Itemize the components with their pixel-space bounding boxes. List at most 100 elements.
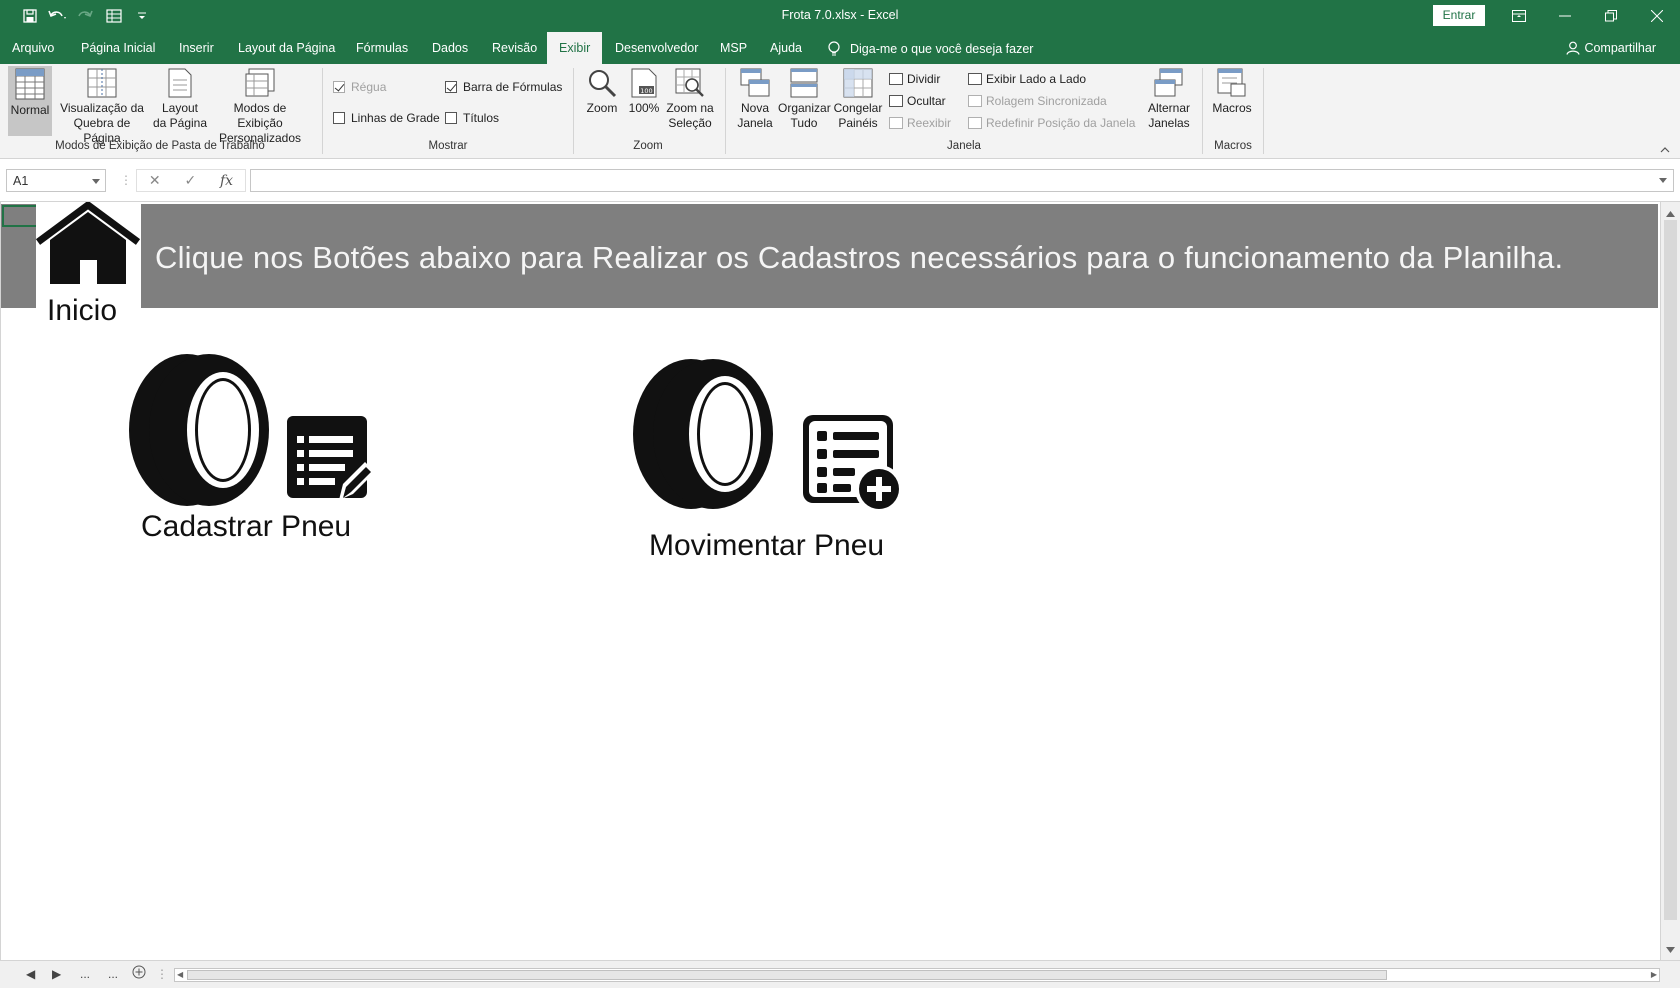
prev-sheet-icon[interactable]: ◀ <box>26 967 35 981</box>
zoom-selection-label-2: Seleção <box>668 116 712 130</box>
zoom-100-button[interactable]: 100 100% <box>626 68 662 116</box>
register-tire-label: Cadastrar Pneu <box>141 510 352 543</box>
active-cell-a1[interactable] <box>2 205 38 227</box>
tab-dados[interactable]: Dados <box>432 32 468 64</box>
split-label: Dividir <box>907 72 941 86</box>
scroll-down-icon[interactable] <box>1666 942 1675 956</box>
page-layout-label-1: Layout <box>161 101 199 115</box>
page-layout-button[interactable]: Layout da Página <box>152 68 208 131</box>
page-layout-label-2: da Página <box>152 116 208 130</box>
synchronous-scrolling-button[interactable]: Rolagem Sincronizada <box>968 94 1107 108</box>
tab-desenvolvedor[interactable]: Desenvolvedor <box>615 32 698 64</box>
split-button[interactable]: Dividir <box>889 72 940 86</box>
sign-in-button[interactable]: Entrar <box>1433 5 1485 26</box>
view-side-by-side-button[interactable]: Exibir Lado a Lado <box>968 72 1086 86</box>
side-by-side-label: Exibir Lado a Lado <box>986 72 1087 86</box>
switch-windows-button[interactable]: Alternar Janelas <box>1142 68 1196 131</box>
zoom-to-selection-button[interactable]: Zoom na Seleção <box>662 68 718 131</box>
tabs-split-grip-icon[interactable]: ⋮ <box>156 967 168 981</box>
freeze-panes-label-1: Congelar <box>833 101 883 115</box>
tab-formulas[interactable]: Fórmulas <box>356 32 408 64</box>
hide-window-button[interactable]: Ocultar <box>889 94 946 108</box>
formula-input[interactable] <box>250 169 1674 192</box>
headings-checkbox[interactable]: Títulos <box>445 111 499 125</box>
expand-formula-bar-icon[interactable] <box>1659 178 1667 183</box>
name-box[interactable]: A1 <box>6 169 106 192</box>
confirm-entry-icon[interactable]: ✓ <box>184 172 196 189</box>
macros-label: Macros <box>1212 101 1252 115</box>
banner-text: Clique nos Botões abaixo para Realizar o… <box>155 240 1564 275</box>
arrange-all-label-1: Organizar <box>778 101 831 115</box>
macros-button[interactable]: Macros <box>1208 68 1256 116</box>
tab-pagina-inicial[interactable]: Página Inicial <box>81 32 155 64</box>
move-tire-label: Movimentar Pneu <box>649 529 885 562</box>
tab-exibir[interactable]: Exibir <box>547 32 603 64</box>
zoom-selection-label-1: Zoom na <box>666 101 714 115</box>
restore-icon[interactable] <box>1588 0 1634 32</box>
vertical-scroll-thumb[interactable] <box>1664 220 1677 920</box>
ruler-checkbox[interactable]: Régua <box>333 80 386 94</box>
tab-layout-da-pagina[interactable]: Layout da Página <box>238 32 335 64</box>
tab-ajuda[interactable]: Ajuda <box>770 32 802 64</box>
tab-inserir[interactable]: Inserir <box>179 32 214 64</box>
horizontal-scrollbar[interactable]: ◀ ▶ <box>174 968 1660 982</box>
home-button[interactable]: Inicio <box>36 202 141 328</box>
ribbon-display-options-icon[interactable] <box>1496 0 1542 32</box>
formula-bar-checkbox[interactable]: Barra de Fórmulas <box>445 80 562 94</box>
custom-views-button[interactable]: Modos de Exibição Personalizados <box>210 68 310 146</box>
horizontal-scroll-thumb[interactable] <box>187 970 1387 980</box>
share-button[interactable]: Compartilhar <box>1566 41 1656 55</box>
close-icon[interactable] <box>1634 0 1680 32</box>
register-tire-button[interactable]: Cadastrar Pneu <box>121 352 381 562</box>
arrange-all-icon <box>778 68 830 98</box>
arrange-all-button[interactable]: Organizar Tudo <box>778 68 831 131</box>
arrange-all-label-2: Tudo <box>790 116 818 130</box>
vertical-scrollbar[interactable] <box>1660 202 1680 960</box>
scroll-up-icon[interactable] <box>1666 206 1675 220</box>
group-label-macros: Macros <box>1214 140 1252 152</box>
normal-view-button[interactable]: Normal <box>8 66 52 136</box>
formula-bar-check-box <box>445 81 457 93</box>
insert-function-button[interactable]: fx <box>220 173 233 189</box>
name-box-dropdown-icon[interactable] <box>92 179 100 184</box>
switch-windows-label-1: Alternar <box>1147 101 1191 115</box>
gridlines-checkbox[interactable]: Linhas de Grade <box>333 111 440 125</box>
tab-arquivo[interactable]: Arquivo <box>12 32 54 64</box>
worksheet-area[interactable]: Clique nos Botões abaixo para Realizar o… <box>0 202 1660 960</box>
unhide-window-button[interactable]: Reexibir <box>889 116 951 130</box>
switch-windows-icon <box>1142 68 1196 98</box>
new-window-button[interactable]: Nova Janela <box>732 68 778 131</box>
formula-bar: A1 ⋮ ✕ ✓ fx <box>0 160 1680 202</box>
side-by-side-icon <box>968 73 982 85</box>
tab-revisao[interactable]: Revisão <box>492 32 537 64</box>
scroll-left-icon[interactable]: ◀ <box>177 970 183 979</box>
page-break-preview-button[interactable]: Visualização da Quebra de Página <box>54 68 150 146</box>
freeze-panes-label-2: Painéis <box>838 116 878 130</box>
new-window-icon <box>732 68 778 98</box>
edit-list-icon <box>287 416 375 500</box>
zoom-label: Zoom <box>586 101 618 115</box>
tell-me-search[interactable]: Diga-me o que você deseja fazer <box>828 41 1033 57</box>
sheet-tabs-ellipsis-right[interactable]: ... <box>108 967 118 981</box>
reset-window-position-button[interactable]: Redefinir Posição da Janela <box>968 116 1135 130</box>
group-label-zoom: Zoom <box>633 140 663 152</box>
move-tire-button[interactable]: Movimentar Pneu <box>623 357 913 572</box>
unhide-label: Reexibir <box>907 116 952 130</box>
ribbon-tabs: Arquivo Página Inicial Inserir Layout da… <box>0 32 1680 64</box>
zoom-100-icon: 100 <box>626 68 662 98</box>
collapse-ribbon-icon[interactable] <box>1660 142 1670 156</box>
sheet-tabs-ellipsis-left[interactable]: ... <box>80 967 90 981</box>
reset-position-icon <box>968 117 982 129</box>
tire-icon <box>633 359 773 509</box>
hide-window-icon <box>889 95 903 107</box>
minimize-icon[interactable] <box>1542 0 1588 32</box>
new-sheet-icon[interactable] <box>132 965 146 982</box>
scroll-right-icon[interactable]: ▶ <box>1651 970 1657 979</box>
zoom-button[interactable]: Zoom <box>580 68 624 116</box>
next-sheet-icon[interactable]: ▶ <box>52 967 61 981</box>
cancel-entry-icon[interactable]: ✕ <box>149 172 161 189</box>
tab-msp[interactable]: MSP <box>720 32 747 64</box>
formula-bar-grip-icon: ⋮ <box>120 173 132 187</box>
zoom-100-label: 100% <box>628 101 660 115</box>
freeze-panes-button[interactable]: Congelar Painéis <box>830 68 886 131</box>
